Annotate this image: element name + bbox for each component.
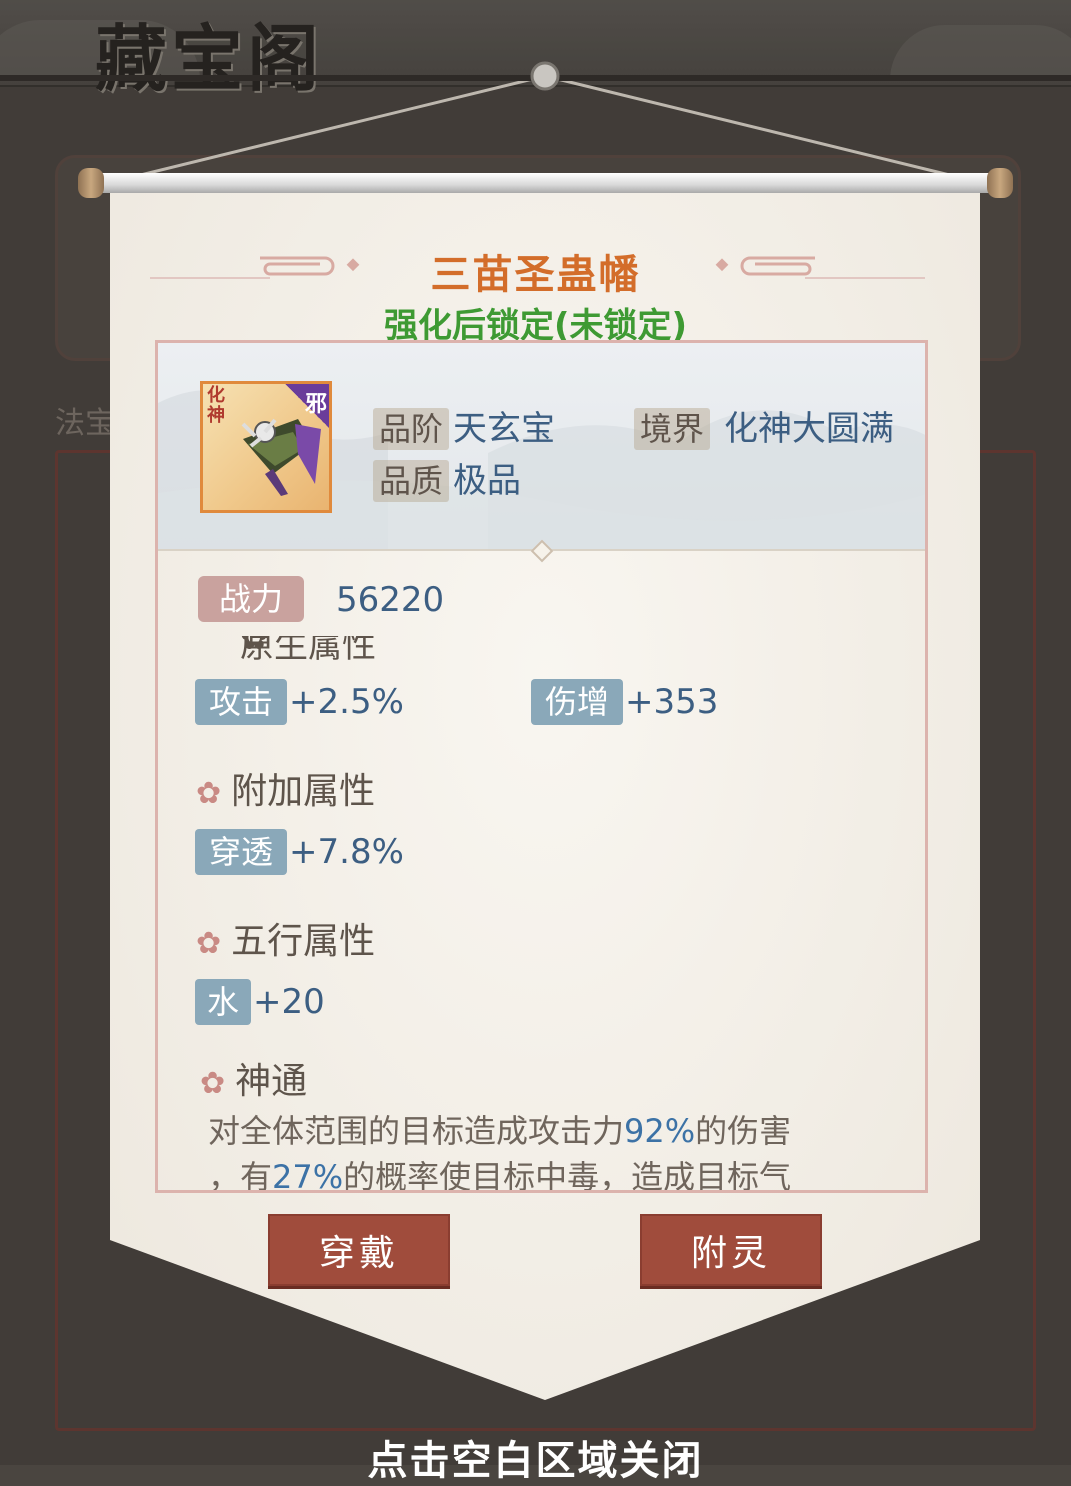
element-section-title: 五行属性 <box>231 921 376 962</box>
stat-water: 水 +20 <box>195 979 325 1025</box>
stat-value: +20 <box>253 982 325 1022</box>
extra-section-title: 附加属性 <box>231 771 376 812</box>
type-badge: 邪 <box>304 392 327 417</box>
stat-value: +353 <box>625 682 719 722</box>
item-detail-panel[interactable]: 邪 化神 品阶 天玄宝 境界 化神大圆满 品质 极品 战力 56220 ✿ 原生属性 … <box>155 340 928 1193</box>
skill-line-2: ，有27%的概率使目标中毒，造成目标气 <box>208 1158 792 1193</box>
realm-label: 境界 <box>634 408 711 450</box>
stat-attack: 攻击 +2.5% <box>195 679 404 725</box>
flower-icon: ✿ <box>200 1066 226 1101</box>
skill-line-1: 对全体范围的目标造成攻击力92%的伤害 <box>208 1112 792 1150</box>
item-info-header: 邪 化神 品阶 天玄宝 境界 化神大圆满 品质 极品 <box>158 343 925 551</box>
quality-label: 品质 <box>373 460 450 502</box>
skill-section-heading: ✿ 神通 <box>200 1060 307 1106</box>
item-name: 三苗圣蛊幡 <box>430 252 641 298</box>
stat-label: 攻击 <box>195 679 288 725</box>
extra-section-heading: ✿ 附加属性 <box>196 770 375 816</box>
rod-cap-right <box>987 168 1013 198</box>
scroll-rod <box>78 168 1013 198</box>
stat-value: +7.8% <box>289 832 404 872</box>
grade-label: 品阶 <box>373 408 450 450</box>
grade-value: 天玄宝 <box>453 409 556 449</box>
base-section-title: 原生属性 <box>240 636 376 660</box>
item-icon[interactable]: 邪 化神 <box>200 381 332 513</box>
grade-row: 品阶 天玄宝 <box>373 401 555 450</box>
stat-label: 水 <box>195 979 252 1025</box>
quality-value: 极品 <box>453 461 522 501</box>
realm-row: 境界 化神大圆满 <box>634 401 894 450</box>
realm-value: 化神大圆满 <box>724 409 895 449</box>
flower-icon: ✿ <box>196 926 222 961</box>
element-section-heading: ✿ 五行属性 <box>196 920 375 966</box>
equip-button[interactable]: 穿戴 <box>268 1214 450 1286</box>
base-section-heading: ✿ 原生属性 <box>198 636 458 660</box>
skill-section-title: 神通 <box>235 1061 308 1102</box>
flower-icon: ✿ <box>196 776 222 811</box>
skill-description: 对全体范围的目标造成攻击力92%的伤害 ，有27%的概率使目标中毒，造成目标气 <box>208 1108 898 1193</box>
rod-cap-left <box>78 168 104 198</box>
stat-damage-increase: 伤增 +353 <box>531 679 718 725</box>
hanger-knob <box>530 61 560 91</box>
stat-label: 伤增 <box>531 679 624 725</box>
power-value: 56220 <box>336 580 445 620</box>
stat-label: 穿透 <box>195 829 288 875</box>
realm-badge: 化神 <box>207 385 225 426</box>
stat-value: +2.5% <box>289 682 404 722</box>
power-label: 战力 <box>198 576 304 622</box>
enchant-button[interactable]: 附灵 <box>640 1214 822 1286</box>
close-hint: 点击空白区域关闭 <box>367 1438 704 1484</box>
stat-penetration: 穿透 +7.8% <box>195 829 404 875</box>
quality-row: 品质 极品 <box>373 453 521 502</box>
